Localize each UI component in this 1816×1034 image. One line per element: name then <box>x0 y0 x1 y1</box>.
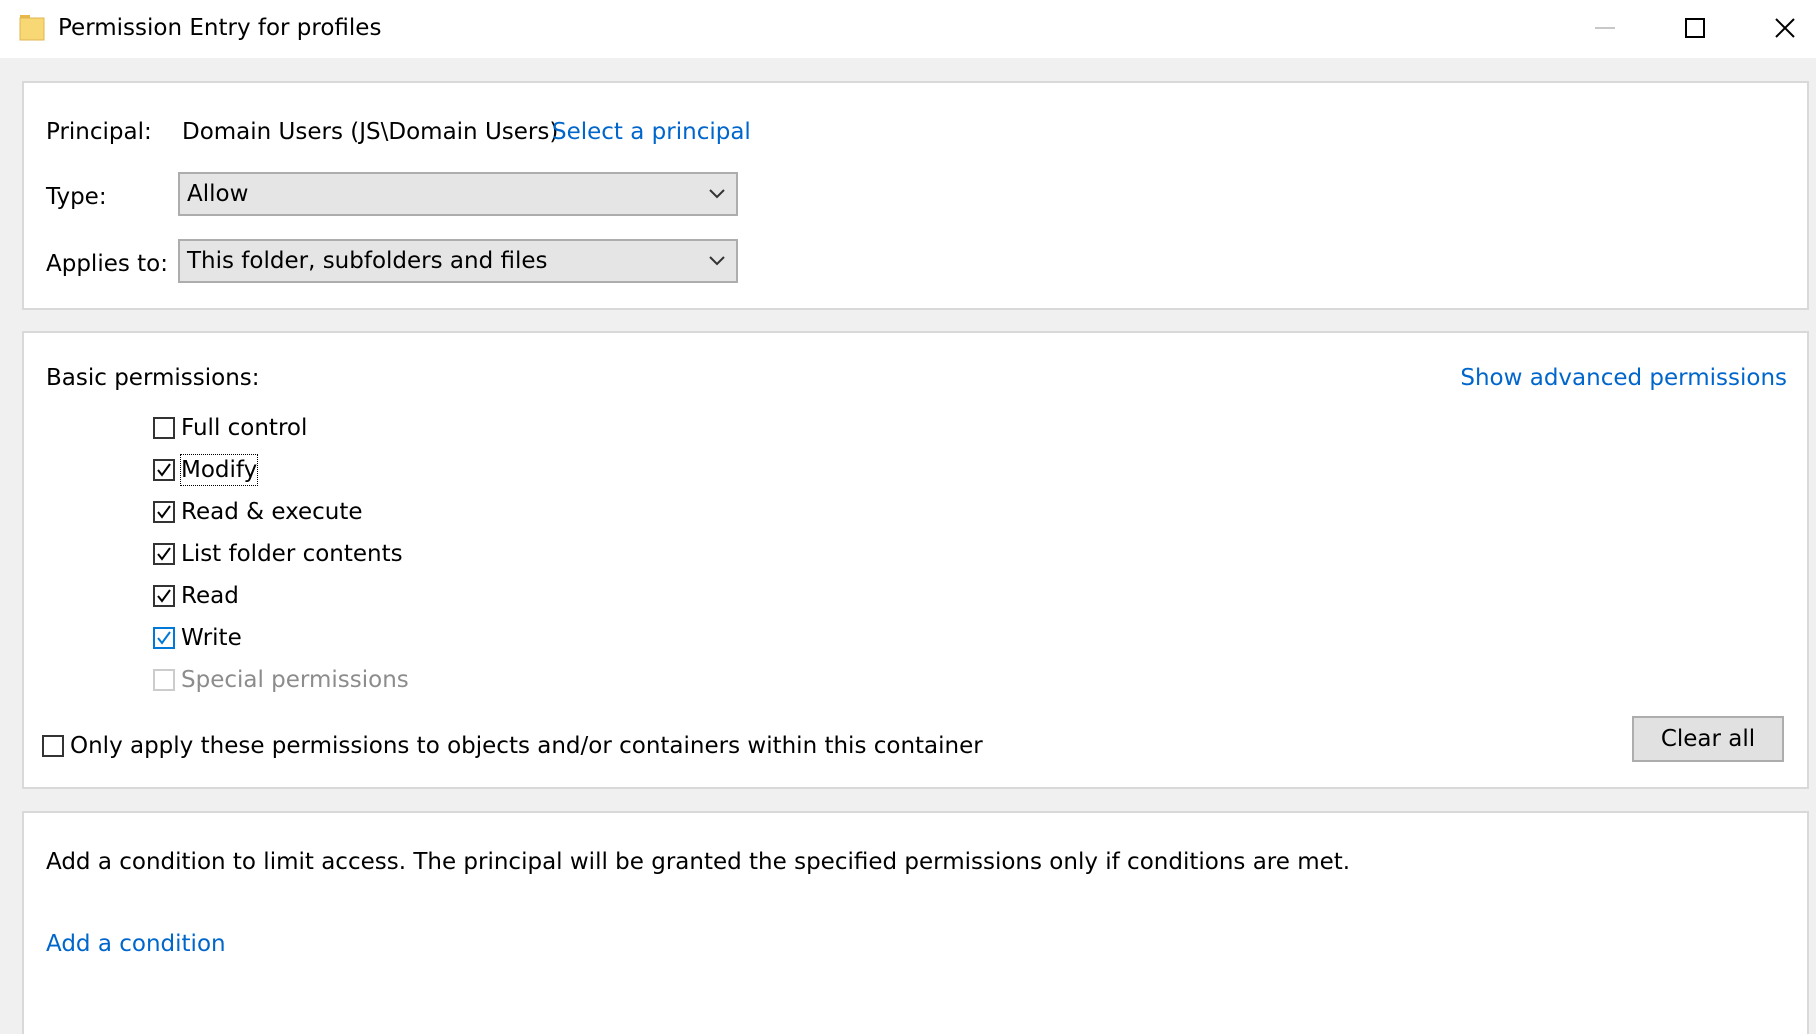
permission-label: Read & execute <box>181 499 363 525</box>
permission-label: Special permissions <box>181 667 409 693</box>
permission-label: Write <box>181 625 242 651</box>
title-bar[interactable]: Permission Entry for profiles <box>0 0 1816 58</box>
maximize-button[interactable] <box>1650 0 1740 56</box>
permission-read[interactable]: Read <box>153 579 239 613</box>
permission-label: Full control <box>181 415 308 441</box>
window-title: Permission Entry for profiles <box>58 15 382 41</box>
minimize-button[interactable] <box>1560 0 1650 56</box>
basic-permissions-label: Basic permissions: <box>46 365 260 391</box>
permission-full-control[interactable]: Full control <box>153 411 307 445</box>
permission-label: Read <box>181 583 239 609</box>
maximize-icon <box>1685 18 1705 38</box>
minimize-icon <box>1595 27 1615 29</box>
permission-entry-dialog: Permission Entry for profiles Principal:… <box>0 0 1816 1034</box>
checkbox[interactable] <box>153 501 175 523</box>
type-dropdown-value: Allow <box>187 181 249 207</box>
only-apply-label: Only apply these permissions to objects … <box>70 733 983 759</box>
chevron-down-icon <box>709 189 725 199</box>
principal-label: Principal: <box>46 119 152 145</box>
checkbox[interactable] <box>153 417 175 439</box>
add-condition-link[interactable]: Add a condition <box>46 929 226 959</box>
permission-special: Special permissions <box>153 663 409 697</box>
applies-to-dropdown[interactable]: This folder, subfolders and files <box>178 239 738 283</box>
applies-to-label: Applies to: <box>46 251 168 277</box>
folder-icon <box>19 12 45 42</box>
permission-label: List folder contents <box>181 541 403 567</box>
type-dropdown[interactable]: Allow <box>178 172 738 216</box>
show-advanced-permissions-link[interactable]: Show advanced permissions <box>1460 363 1787 393</box>
checkbox[interactable] <box>153 627 175 649</box>
type-label: Type: <box>46 184 107 210</box>
permission-write[interactable]: Write <box>153 621 242 655</box>
checkmark-icon <box>157 589 171 603</box>
condition-description: Add a condition to limit access. The pri… <box>46 849 1351 875</box>
checkmark-icon <box>157 631 171 645</box>
applies-to-dropdown-value: This folder, subfolders and files <box>187 248 548 274</box>
checkbox <box>153 669 175 691</box>
checkbox[interactable] <box>153 459 175 481</box>
clear-all-button[interactable]: Clear all <box>1632 716 1784 762</box>
select-principal-link[interactable]: Select a principal <box>552 117 751 147</box>
only-apply-to-container-option[interactable]: Only apply these permissions to objects … <box>42 729 983 763</box>
principal-panel: Principal: Domain Users (JS\Domain Users… <box>22 81 1809 310</box>
permission-list-folder-contents[interactable]: List folder contents <box>153 537 403 571</box>
checkmark-icon <box>157 547 171 561</box>
chevron-down-icon <box>709 256 725 266</box>
checkbox[interactable] <box>42 735 64 757</box>
checkmark-icon <box>157 463 171 477</box>
permission-modify[interactable]: Modify <box>153 453 259 487</box>
condition-panel: Add a condition to limit access. The pri… <box>22 811 1809 1034</box>
checkbox[interactable] <box>153 543 175 565</box>
checkbox[interactable] <box>153 585 175 607</box>
close-icon <box>1775 18 1795 38</box>
permission-read-execute[interactable]: Read & execute <box>153 495 363 529</box>
permission-label: Modify <box>179 454 259 486</box>
principal-value: Domain Users (JS\Domain Users) <box>182 119 559 145</box>
checkmark-icon <box>157 505 171 519</box>
close-button[interactable] <box>1740 0 1816 56</box>
